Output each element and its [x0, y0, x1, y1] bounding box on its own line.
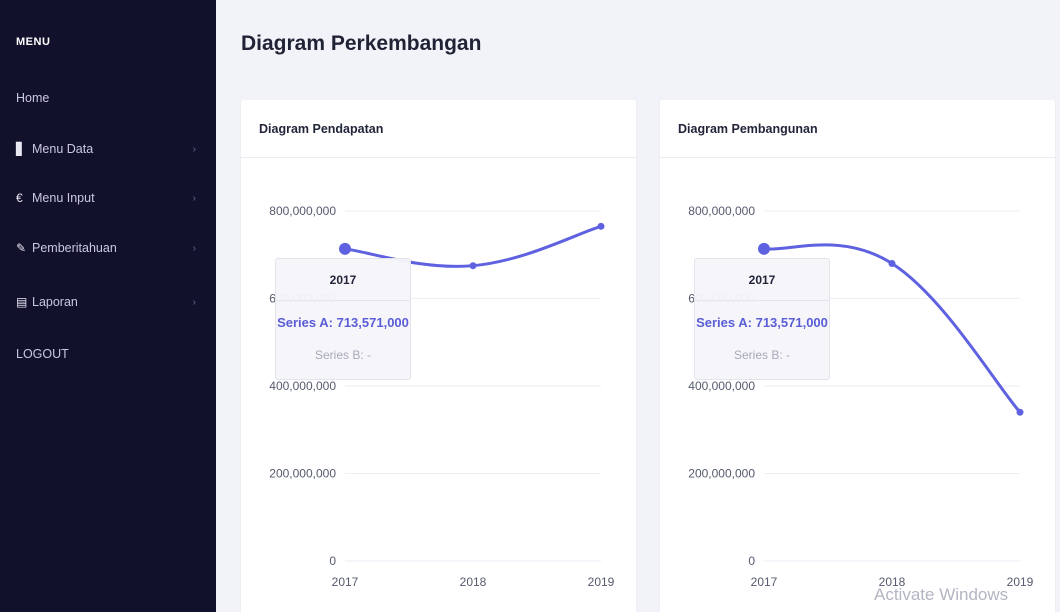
- x-tick-label: 2018: [460, 575, 487, 589]
- tooltip-title: 2017: [695, 259, 829, 301]
- chevron-right-icon: ›: [192, 143, 196, 155]
- sidebar-item-label: LOGOUT: [16, 347, 69, 361]
- x-tick-label: 2019: [1007, 575, 1034, 589]
- data-point: [597, 222, 605, 230]
- sidebar-item-pemberitahuan[interactable]: ✎ Pemberitahuan ›: [16, 236, 200, 260]
- y-tick-label: 0: [748, 554, 755, 568]
- euro-icon: €: [16, 191, 23, 205]
- sidebar-item-menu-input[interactable]: € Menu Input ›: [16, 186, 200, 210]
- sidebar-item-logout[interactable]: LOGOUT: [16, 342, 200, 366]
- chevron-right-icon: ›: [192, 242, 196, 254]
- sidebar-item-laporan[interactable]: ▤ Laporan ›: [16, 290, 200, 314]
- sidebar-item-label: Pemberitahuan: [32, 241, 117, 255]
- x-tick-label: 2017: [751, 575, 778, 589]
- data-point: [469, 262, 477, 270]
- sidebar-item-home[interactable]: Home: [16, 86, 200, 110]
- chart-card-pendapatan: Diagram Pendapatan 0 200,000,000 400,000,0…: [241, 100, 636, 612]
- chevron-right-icon: ›: [192, 192, 196, 204]
- y-tick-label: 0: [329, 554, 336, 568]
- page-title: Diagram Perkembangan: [241, 32, 482, 55]
- data-point: [758, 242, 770, 255]
- sidebar-item-label: Laporan: [32, 295, 78, 309]
- y-tick-label: 200,000,000: [269, 467, 336, 481]
- sidebar-item-label: Menu Data: [32, 142, 94, 156]
- y-tick-label: 400,000,000: [269, 379, 336, 393]
- tooltip-series-b: Series B: -: [314, 348, 371, 362]
- data-point: [339, 242, 351, 255]
- tooltip-title: 2017: [276, 259, 410, 301]
- tooltip-series-b: Series B: -: [733, 348, 790, 362]
- x-tick-label: 2017: [332, 575, 359, 589]
- edit-icon: ✎: [16, 241, 27, 255]
- y-tick-label: 800,000,000: [269, 204, 336, 218]
- file-icon: ▋: [16, 142, 26, 156]
- clipboard-icon: ▤: [16, 295, 28, 309]
- chart-tooltip: 2017 Series A: 713,571,000 Series B: -: [275, 258, 411, 380]
- chart-tooltip: 2017 Series A: 713,571,000 Series B: -: [694, 258, 830, 380]
- chart-card-pembangunan: Diagram Pembangunan 0 200,000,000 400,000,…: [660, 100, 1055, 612]
- activate-windows-watermark: Activate Windows: [874, 585, 1009, 604]
- sidebar-item-label: Menu Input: [32, 191, 95, 205]
- data-point: [1016, 408, 1024, 416]
- y-tick-label: 400,000,000: [688, 379, 755, 393]
- sidebar-item-label: Home: [16, 91, 50, 105]
- tooltip-series-a: Series A: 713,571,000: [696, 315, 828, 330]
- y-tick-label: 200,000,000: [688, 467, 755, 481]
- x-tick-label: 2019: [588, 575, 615, 589]
- tooltip-series-a: Series A: 713,571,000: [277, 315, 409, 330]
- sidebar: MENU Home ▋ Menu Data › € Menu Input › ✎…: [0, 0, 216, 612]
- sidebar-item-menu-data[interactable]: ▋ Menu Data ›: [16, 137, 200, 161]
- y-tick-label: 800,000,000: [688, 204, 755, 218]
- data-point: [888, 260, 896, 267]
- menu-title: MENU: [16, 36, 51, 48]
- chevron-right-icon: ›: [192, 296, 196, 308]
